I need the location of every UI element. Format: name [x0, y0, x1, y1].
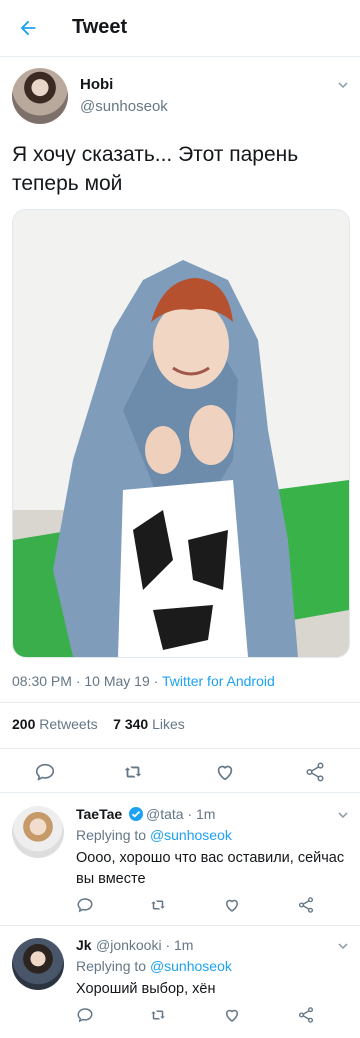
tweet-photo[interactable] [12, 209, 350, 658]
replying-to-handle[interactable]: @sunhoseok [150, 827, 232, 843]
reply-text: Оооо, хорошо что вас оставили, сейчас вы… [76, 850, 345, 887]
divider [0, 748, 360, 749]
avatar[interactable] [12, 806, 64, 858]
tweet-time: 08:30 PM · 10 May 19 · [12, 673, 159, 689]
replying-to-handle[interactable]: @sunhoseok [150, 958, 232, 974]
reply-author-name[interactable]: Jk [76, 937, 92, 953]
share-button[interactable] [294, 893, 318, 917]
like-button[interactable] [220, 1003, 244, 1027]
retweets-count[interactable]: 200 [12, 716, 35, 732]
retweet-icon [151, 900, 165, 910]
back-button[interactable] [14, 14, 42, 42]
share-icon [306, 762, 324, 782]
chevron-down-icon[interactable] [338, 941, 348, 951]
avatar[interactable] [12, 68, 68, 124]
top-bar: Tweet [0, 0, 360, 57]
share-icon [298, 897, 314, 913]
reply-icon [77, 898, 93, 913]
replying-to: Replying to @sunhoseok [76, 958, 232, 974]
reply-name-text: TaeTae [76, 806, 123, 822]
retweets-label[interactable]: Retweets [39, 716, 97, 732]
arrow-left-icon [20, 20, 36, 36]
retweet-button[interactable] [146, 1003, 170, 1027]
reply-author-name[interactable]: TaeTae [76, 806, 144, 822]
retweet-icon [151, 1010, 165, 1020]
retweet-button[interactable] [121, 760, 145, 784]
chevron-down-icon[interactable] [338, 80, 348, 90]
engagement-counts: 200 Retweets 7 340 Likes [12, 716, 185, 732]
reply-button[interactable] [33, 760, 57, 784]
verified-icon [129, 807, 144, 821]
like-button[interactable] [213, 760, 237, 784]
like-button[interactable] [220, 893, 244, 917]
tweet-text: Я хочу сказать... Этот парень теперь мой [12, 143, 299, 195]
share-icon [298, 1007, 314, 1023]
replying-to: Replying to @sunhoseok [76, 827, 232, 843]
tweet-source[interactable]: Twitter for Android [162, 673, 275, 689]
reply-button[interactable] [73, 893, 97, 917]
share-button[interactable] [303, 760, 327, 784]
reply-author-handle[interactable]: @tata · 1m [146, 806, 215, 822]
share-button[interactable] [294, 1003, 318, 1027]
likes-count[interactable]: 7 340 [113, 716, 148, 732]
chevron-down-icon[interactable] [338, 810, 348, 820]
like-icon [225, 899, 239, 912]
like-icon [225, 1009, 239, 1022]
avatar[interactable] [12, 938, 64, 990]
like-icon [217, 765, 233, 781]
author-handle[interactable]: @sunhoseok [80, 98, 168, 115]
replying-prefix: Replying to [76, 827, 147, 843]
divider [0, 702, 360, 703]
reply-author-handle[interactable]: @jonkooki · 1m [96, 937, 193, 953]
reply-icon [77, 1008, 93, 1023]
reply-icon [35, 763, 55, 781]
author-name[interactable]: Hobi [80, 76, 113, 93]
divider [0, 925, 360, 926]
reply-button[interactable] [73, 1003, 97, 1027]
likes-label[interactable]: Likes [152, 716, 185, 732]
replying-prefix: Replying to [76, 958, 147, 974]
divider [0, 792, 360, 793]
retweet-button[interactable] [146, 893, 170, 917]
reply-text: Хороший выбор, хён [76, 981, 216, 997]
retweet-icon [124, 766, 142, 778]
page-title: Tweet [72, 16, 128, 38]
tweet-meta: 08:30 PM · 10 May 19 · Twitter for Andro… [12, 673, 275, 689]
